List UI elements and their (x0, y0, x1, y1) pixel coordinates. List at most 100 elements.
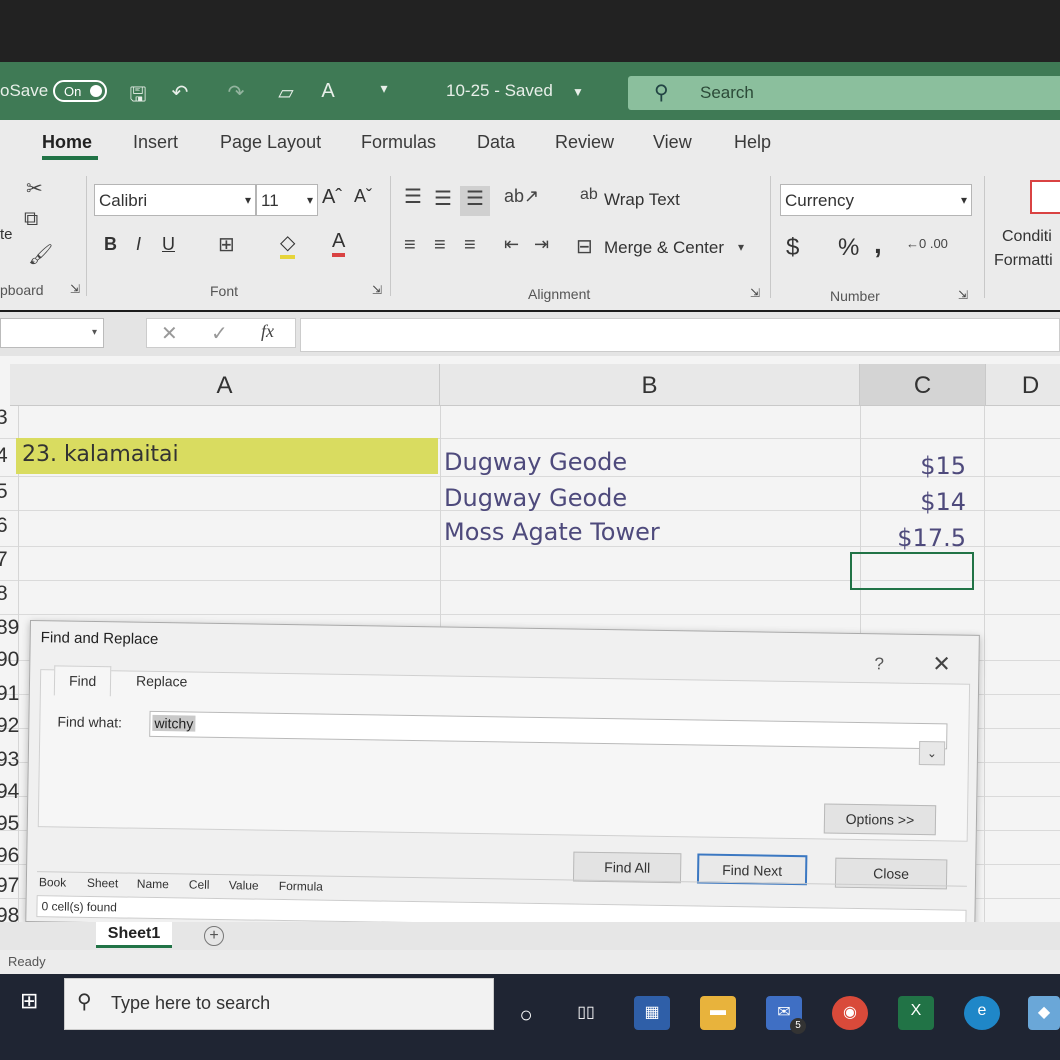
row-number[interactable]: 89 (0, 616, 19, 640)
font-launcher-icon[interactable]: ⇲ (372, 283, 382, 297)
selected-cell[interactable] (850, 552, 974, 590)
cell-item-name[interactable]: Dugway Geode (444, 448, 627, 476)
cell-price[interactable]: $15 (856, 452, 966, 480)
number-launcher-icon[interactable]: ⇲ (958, 288, 968, 302)
help-button[interactable]: ? (874, 654, 884, 674)
cancel-icon[interactable]: ✕ (161, 321, 178, 346)
redo-icon[interactable]: ↷ (222, 80, 250, 106)
undo-icon[interactable]: ↶ (166, 80, 194, 106)
row-number[interactable]: 4 (0, 444, 16, 468)
tab-replace[interactable]: Replace (122, 666, 202, 697)
alignment-launcher-icon[interactable]: ⇲ (750, 286, 760, 300)
align-bottom-icon[interactable]: ☰ (460, 186, 490, 216)
tab-data[interactable]: Data (477, 132, 515, 153)
row-number[interactable]: 3 (0, 406, 16, 430)
row-number[interactable]: 90 (0, 648, 19, 672)
font-size-combo[interactable]: 11 ▾ (256, 184, 318, 216)
document-title[interactable]: 10-25 - Saved (446, 81, 553, 101)
tab-formulas[interactable]: Formulas (361, 132, 436, 153)
results-column[interactable]: Name (137, 877, 169, 892)
bold-button[interactable]: B (104, 234, 117, 255)
options-button[interactable]: Options >> (823, 803, 937, 836)
grow-font-button[interactable]: Aˆ (322, 186, 342, 209)
cell-price[interactable]: $14 (856, 488, 966, 516)
underline-button[interactable]: U (162, 234, 175, 255)
column-header-a[interactable]: A (10, 364, 440, 406)
decrease-indent-icon[interactable]: ⇤ (504, 234, 519, 255)
font-color-button[interactable]: A (332, 230, 346, 257)
cell-item-name[interactable]: Moss Agate Tower (444, 518, 660, 546)
font-color-qat-icon[interactable]: A (314, 80, 342, 106)
row-number[interactable]: 96 (0, 844, 19, 868)
accounting-format-button[interactable]: $ (786, 234, 799, 262)
store-icon[interactable]: ▦ (634, 996, 670, 1030)
close-icon[interactable]: ✕ (932, 651, 951, 677)
cut-icon[interactable]: ✂ (26, 176, 43, 201)
chevron-down-icon[interactable]: ▾ (738, 240, 744, 254)
font-name-combo[interactable]: Calibri ▾ (94, 184, 256, 216)
search-box[interactable]: ⚲ Search (628, 76, 1060, 110)
align-middle-icon[interactable]: ☰ (434, 186, 452, 211)
increase-decimal-icon[interactable]: ←0 .00 (906, 236, 948, 251)
results-column[interactable]: Formula (279, 879, 323, 894)
italic-button[interactable]: I (136, 234, 141, 255)
borders-icon[interactable]: ⊞ (218, 232, 235, 257)
conditional-formatting-icon[interactable] (1030, 180, 1060, 214)
tab-page-layout[interactable]: Page Layout (220, 132, 321, 153)
number-format-combo[interactable]: Currency ▾ (780, 184, 972, 216)
format-painter-icon[interactable]: 🖌 (28, 242, 53, 267)
task-view-icon[interactable]: ▯▯ (568, 996, 604, 1030)
increase-indent-icon[interactable]: ⇥ (534, 234, 549, 255)
results-column[interactable]: Sheet (87, 876, 119, 890)
column-header-c[interactable]: C (860, 364, 986, 406)
clipboard-launcher-icon[interactable]: ⇲ (70, 282, 80, 296)
row-number[interactable]: 7 (0, 548, 16, 572)
chevron-down-icon[interactable]: ⌄ (918, 740, 946, 766)
enter-icon[interactable]: ✓ (211, 321, 228, 346)
conditional-formatting-label-1[interactable]: Conditi (1002, 228, 1052, 246)
windows-start-icon[interactable]: ⊞ (20, 988, 38, 1014)
row-number[interactable]: 93 (0, 748, 19, 772)
conditional-formatting-label-2[interactable]: Formatti (994, 252, 1053, 270)
find-next-button[interactable]: Find Next (696, 853, 808, 886)
tab-view[interactable]: View (653, 132, 692, 153)
cell-item-name[interactable]: Dugway Geode (444, 484, 627, 512)
cell-price[interactable]: $17.5 (856, 524, 966, 552)
title-dropdown-icon[interactable]: ▼ (572, 85, 584, 99)
results-column[interactable]: Cell (189, 878, 210, 892)
app-icon[interactable]: ◆ (1028, 996, 1060, 1030)
taskbar-search[interactable]: ⚲ Type here to search (64, 978, 494, 1030)
mail-icon[interactable]: ✉ 5 (766, 996, 806, 1034)
sheet-tab[interactable]: Sheet1 (96, 922, 172, 948)
find-all-button[interactable]: Find All (572, 851, 682, 884)
align-center-icon[interactable]: ≡ (434, 234, 446, 257)
row-number[interactable]: 6 (0, 514, 16, 538)
comma-style-button[interactable]: , (874, 228, 882, 260)
orientation-icon[interactable]: ab↗ (504, 186, 539, 207)
paste-label[interactable]: te (0, 226, 13, 243)
insert-function-button[interactable]: fx (261, 321, 274, 342)
customize-qat-icon[interactable]: ▾ (370, 80, 398, 106)
tab-insert[interactable]: Insert (133, 132, 178, 153)
open-folder-icon[interactable]: ▱ (272, 80, 300, 106)
copy-icon[interactable]: ⧉ (24, 208, 38, 231)
cell-a-header[interactable]: 23. kalamaitai (22, 442, 179, 467)
results-column[interactable]: Book (39, 875, 67, 889)
wrap-text-button[interactable]: Wrap Text (604, 190, 680, 210)
cortana-icon[interactable]: ○ (508, 996, 544, 1030)
fill-color-icon[interactable]: ◇ (280, 230, 296, 259)
tab-review[interactable]: Review (555, 132, 614, 153)
save-icon[interactable]: 🖫 (124, 80, 152, 106)
row-number[interactable]: 5 (0, 480, 16, 504)
autosave-toggle[interactable]: On (53, 80, 107, 102)
merge-center-button[interactable]: Merge & Center (604, 238, 724, 258)
tab-home[interactable]: Home (42, 132, 92, 153)
row-number[interactable]: 8 (0, 582, 16, 606)
row-number[interactable]: 95 (0, 812, 19, 836)
row-number[interactable]: 92 (0, 714, 19, 738)
tab-find[interactable]: Find (53, 665, 112, 697)
edge-icon[interactable]: e (964, 996, 1000, 1030)
align-left-icon[interactable]: ≡ (404, 234, 416, 257)
chrome-icon[interactable]: ◉ (832, 996, 868, 1030)
row-number[interactable]: 94 (0, 780, 19, 804)
